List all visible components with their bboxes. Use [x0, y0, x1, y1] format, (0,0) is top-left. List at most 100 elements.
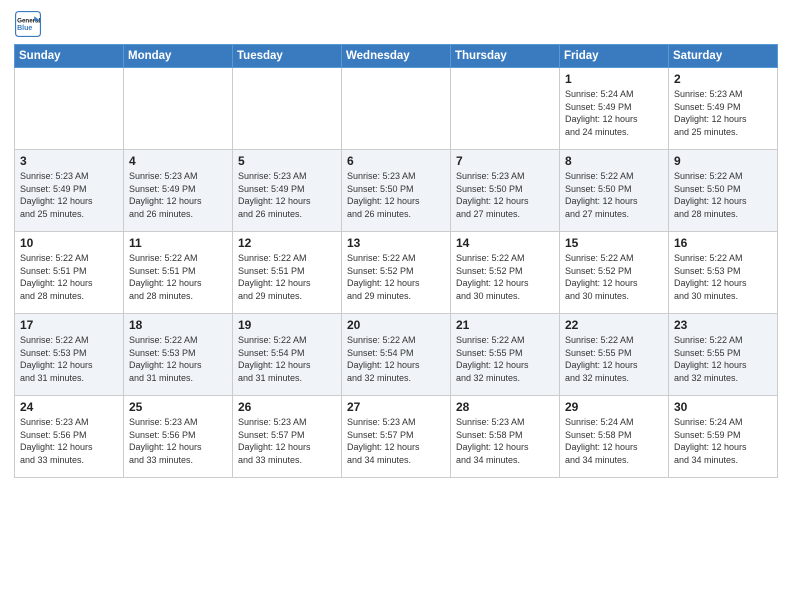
day-info: Sunrise: 5:22 AM Sunset: 5:52 PM Dayligh…: [347, 252, 445, 302]
day-number: 5: [238, 154, 336, 168]
day-number: 3: [20, 154, 118, 168]
day-number: 15: [565, 236, 663, 250]
day-info: Sunrise: 5:22 AM Sunset: 5:53 PM Dayligh…: [129, 334, 227, 384]
calendar-cell: 5 Sunrise: 5:23 AM Sunset: 5:49 PM Daylig…: [233, 150, 342, 232]
day-number: 17: [20, 318, 118, 332]
calendar-cell: 9 Sunrise: 5:22 AM Sunset: 5:50 PM Daylig…: [669, 150, 778, 232]
weekday-header-saturday: Saturday: [669, 45, 778, 68]
calendar-cell: 14 Sunrise: 5:22 AM Sunset: 5:52 PM Dayli…: [451, 232, 560, 314]
header: General Blue: [14, 10, 778, 38]
day-number: 12: [238, 236, 336, 250]
calendar-cell: [451, 68, 560, 150]
weekday-header-wednesday: Wednesday: [342, 45, 451, 68]
day-number: 27: [347, 400, 445, 414]
calendar-cell: [15, 68, 124, 150]
day-info: Sunrise: 5:22 AM Sunset: 5:52 PM Dayligh…: [456, 252, 554, 302]
day-info: Sunrise: 5:22 AM Sunset: 5:53 PM Dayligh…: [674, 252, 772, 302]
calendar-cell: 16 Sunrise: 5:22 AM Sunset: 5:53 PM Dayli…: [669, 232, 778, 314]
weekday-header-tuesday: Tuesday: [233, 45, 342, 68]
day-info: Sunrise: 5:24 AM Sunset: 5:58 PM Dayligh…: [565, 416, 663, 466]
day-info: Sunrise: 5:23 AM Sunset: 5:49 PM Dayligh…: [20, 170, 118, 220]
day-info: Sunrise: 5:22 AM Sunset: 5:51 PM Dayligh…: [20, 252, 118, 302]
day-number: 20: [347, 318, 445, 332]
calendar-cell: 21 Sunrise: 5:22 AM Sunset: 5:55 PM Dayli…: [451, 314, 560, 396]
day-number: 1: [565, 72, 663, 86]
day-info: Sunrise: 5:23 AM Sunset: 5:50 PM Dayligh…: [347, 170, 445, 220]
day-info: Sunrise: 5:22 AM Sunset: 5:55 PM Dayligh…: [456, 334, 554, 384]
calendar-cell: 8 Sunrise: 5:22 AM Sunset: 5:50 PM Daylig…: [560, 150, 669, 232]
day-info: Sunrise: 5:22 AM Sunset: 5:55 PM Dayligh…: [565, 334, 663, 384]
calendar-cell: 15 Sunrise: 5:22 AM Sunset: 5:52 PM Dayli…: [560, 232, 669, 314]
day-info: Sunrise: 5:23 AM Sunset: 5:57 PM Dayligh…: [347, 416, 445, 466]
logo: General Blue: [14, 10, 44, 38]
day-number: 25: [129, 400, 227, 414]
calendar-cell: 25 Sunrise: 5:23 AM Sunset: 5:56 PM Dayli…: [124, 396, 233, 478]
day-info: Sunrise: 5:22 AM Sunset: 5:51 PM Dayligh…: [238, 252, 336, 302]
day-info: Sunrise: 5:23 AM Sunset: 5:56 PM Dayligh…: [129, 416, 227, 466]
calendar-cell: 27 Sunrise: 5:23 AM Sunset: 5:57 PM Dayli…: [342, 396, 451, 478]
day-info: Sunrise: 5:22 AM Sunset: 5:50 PM Dayligh…: [565, 170, 663, 220]
day-number: 26: [238, 400, 336, 414]
day-number: 6: [347, 154, 445, 168]
day-number: 16: [674, 236, 772, 250]
calendar-cell: 19 Sunrise: 5:22 AM Sunset: 5:54 PM Dayli…: [233, 314, 342, 396]
day-number: 24: [20, 400, 118, 414]
calendar-cell: [124, 68, 233, 150]
day-number: 28: [456, 400, 554, 414]
day-info: Sunrise: 5:23 AM Sunset: 5:49 PM Dayligh…: [238, 170, 336, 220]
calendar-cell: 3 Sunrise: 5:23 AM Sunset: 5:49 PM Daylig…: [15, 150, 124, 232]
day-number: 23: [674, 318, 772, 332]
day-number: 10: [20, 236, 118, 250]
day-number: 22: [565, 318, 663, 332]
calendar-cell: 4 Sunrise: 5:23 AM Sunset: 5:49 PM Daylig…: [124, 150, 233, 232]
day-info: Sunrise: 5:22 AM Sunset: 5:51 PM Dayligh…: [129, 252, 227, 302]
calendar-cell: 26 Sunrise: 5:23 AM Sunset: 5:57 PM Dayli…: [233, 396, 342, 478]
day-number: 18: [129, 318, 227, 332]
calendar-cell: 11Sunrise: 5:22 AM Sunset: 5:51 PM Dayli…: [124, 232, 233, 314]
day-number: 14: [456, 236, 554, 250]
week-row-2: 3 Sunrise: 5:23 AM Sunset: 5:49 PM Daylig…: [15, 150, 778, 232]
day-info: Sunrise: 5:23 AM Sunset: 5:57 PM Dayligh…: [238, 416, 336, 466]
calendar-cell: 23 Sunrise: 5:22 AM Sunset: 5:55 PM Dayli…: [669, 314, 778, 396]
calendar-cell: 29Sunrise: 5:24 AM Sunset: 5:58 PM Dayli…: [560, 396, 669, 478]
weekday-header-thursday: Thursday: [451, 45, 560, 68]
day-number: 9: [674, 154, 772, 168]
calendar-cell: 1 Sunrise: 5:24 AM Sunset: 5:49 PM Daylig…: [560, 68, 669, 150]
calendar-cell: 13 Sunrise: 5:22 AM Sunset: 5:52 PM Dayli…: [342, 232, 451, 314]
day-info: Sunrise: 5:22 AM Sunset: 5:50 PM Dayligh…: [674, 170, 772, 220]
day-number: 13: [347, 236, 445, 250]
day-info: Sunrise: 5:22 AM Sunset: 5:52 PM Dayligh…: [565, 252, 663, 302]
day-number: 21: [456, 318, 554, 332]
calendar-cell: 30 Sunrise: 5:24 AM Sunset: 5:59 PM Dayli…: [669, 396, 778, 478]
svg-text:Blue: Blue: [17, 25, 32, 32]
calendar-cell: 20 Sunrise: 5:22 AM Sunset: 5:54 PM Dayli…: [342, 314, 451, 396]
day-info: Sunrise: 5:23 AM Sunset: 5:49 PM Dayligh…: [129, 170, 227, 220]
day-number: 19: [238, 318, 336, 332]
day-number: 8: [565, 154, 663, 168]
calendar-cell: 10 Sunrise: 5:22 AM Sunset: 5:51 PM Dayli…: [15, 232, 124, 314]
calendar-table: SundayMondayTuesdayWednesdayThursdayFrid…: [14, 44, 778, 478]
calendar-cell: 18 Sunrise: 5:22 AM Sunset: 5:53 PM Dayli…: [124, 314, 233, 396]
calendar-cell: 7 Sunrise: 5:23 AM Sunset: 5:50 PM Daylig…: [451, 150, 560, 232]
day-info: Sunrise: 5:22 AM Sunset: 5:54 PM Dayligh…: [238, 334, 336, 384]
weekday-header-row: SundayMondayTuesdayWednesdayThursdayFrid…: [15, 45, 778, 68]
calendar-cell: [233, 68, 342, 150]
day-info: Sunrise: 5:22 AM Sunset: 5:53 PM Dayligh…: [20, 334, 118, 384]
day-info: Sunrise: 5:23 AM Sunset: 5:56 PM Dayligh…: [20, 416, 118, 466]
day-number: 4: [129, 154, 227, 168]
calendar-cell: 24 Sunrise: 5:23 AM Sunset: 5:56 PM Dayli…: [15, 396, 124, 478]
week-row-4: 17 Sunrise: 5:22 AM Sunset: 5:53 PM Dayli…: [15, 314, 778, 396]
calendar-cell: 6 Sunrise: 5:23 AM Sunset: 5:50 PM Daylig…: [342, 150, 451, 232]
day-number: 30: [674, 400, 772, 414]
calendar-cell: 17 Sunrise: 5:22 AM Sunset: 5:53 PM Dayli…: [15, 314, 124, 396]
day-number: 2: [674, 72, 772, 86]
day-info: Sunrise: 5:24 AM Sunset: 5:49 PM Dayligh…: [565, 88, 663, 138]
day-info: Sunrise: 5:22 AM Sunset: 5:55 PM Dayligh…: [674, 334, 772, 384]
day-info: Sunrise: 5:22 AM Sunset: 5:54 PM Dayligh…: [347, 334, 445, 384]
day-info: Sunrise: 5:24 AM Sunset: 5:59 PM Dayligh…: [674, 416, 772, 466]
day-info: Sunrise: 5:23 AM Sunset: 5:49 PM Dayligh…: [674, 88, 772, 138]
weekday-header-monday: Monday: [124, 45, 233, 68]
day-info: Sunrise: 5:23 AM Sunset: 5:50 PM Dayligh…: [456, 170, 554, 220]
calendar-cell: 22 Sunrise: 5:22 AM Sunset: 5:55 PM Dayli…: [560, 314, 669, 396]
day-number: 7: [456, 154, 554, 168]
